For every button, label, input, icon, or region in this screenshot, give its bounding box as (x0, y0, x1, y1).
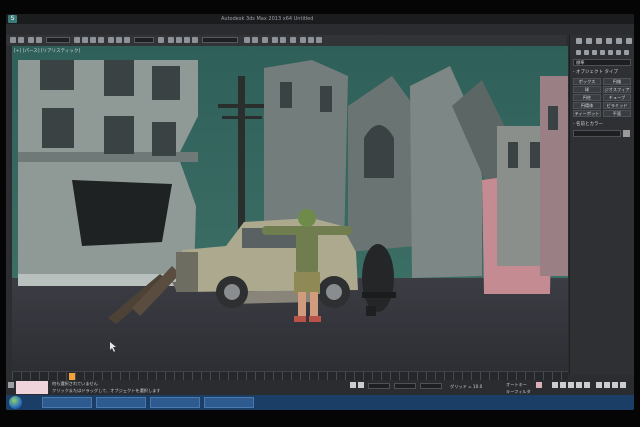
autokey-toggle[interactable] (536, 382, 542, 388)
next-frame-icon[interactable] (576, 382, 582, 388)
utilities-tab-icon[interactable] (626, 38, 632, 44)
shapes-icon[interactable] (584, 50, 589, 55)
select-object-icon[interactable] (74, 37, 80, 43)
time-slider-thumb[interactable] (69, 373, 75, 380)
display-tab-icon[interactable] (616, 38, 622, 44)
start-button-icon[interactable] (9, 396, 22, 409)
zoom-icon[interactable] (596, 382, 602, 388)
title-bar: S Autodesk 3ds Max 2013 x64 Untitled (6, 14, 634, 24)
tube-button[interactable]: チューブ (603, 94, 631, 101)
status-prompt: 何も選択されていません (52, 381, 98, 386)
windows-taskbar (6, 395, 634, 410)
grid-size-label: グリッド = 10.0 (450, 384, 483, 389)
status-hint: クリックまたはドラッグして、オブジェクトを選択します (52, 388, 161, 393)
menu-bar: 編集(E) ツール(T) グループ(G) ビュー(V) 作成(C) モディファイ… (6, 24, 634, 41)
selection-lock-icon[interactable] (350, 382, 356, 388)
mini-listener-icon[interactable] (8, 382, 14, 388)
reference-coordinate-dropdown[interactable] (134, 37, 154, 43)
box-button[interactable]: ボックス (573, 78, 601, 85)
app-logo-icon[interactable]: S (8, 15, 17, 23)
status-bar: 何も選択されていません クリックまたはドラッグして、オブジェクトを選択します グ… (6, 380, 634, 395)
orbit-icon[interactable] (612, 382, 618, 388)
redo-icon[interactable] (18, 37, 24, 43)
maximize-viewport-icon[interactable] (620, 382, 626, 388)
y-coordinate-field[interactable] (394, 383, 416, 389)
go-to-end-icon[interactable] (584, 382, 590, 388)
hierarchy-tab-icon[interactable] (596, 38, 602, 44)
percent-snap-icon[interactable] (184, 37, 190, 43)
link-icon[interactable] (28, 37, 34, 43)
named-selection-sets-field[interactable] (202, 37, 238, 43)
pivot-icon[interactable] (158, 37, 164, 43)
taskbar-item-4[interactable] (204, 397, 254, 408)
previous-frame-icon[interactable] (560, 382, 566, 388)
render-setup-icon[interactable] (300, 37, 306, 43)
perspective-viewport[interactable]: [+] [パース] [リアリスティック] (12, 46, 568, 371)
geosphere-button[interactable]: ジオスフィア (603, 86, 631, 93)
selection-filter-dropdown[interactable] (46, 37, 70, 43)
curve-editor-icon[interactable] (272, 37, 278, 43)
monitor-screen: S Autodesk 3ds Max 2013 x64 Untitled 編集(… (6, 14, 634, 410)
pan-icon[interactable] (604, 382, 610, 388)
render-production-icon[interactable] (316, 37, 322, 43)
modify-tab-icon[interactable] (586, 38, 592, 44)
cameras-icon[interactable] (600, 50, 605, 55)
rollout-name-and-color[interactable]: - 名前とカラー (573, 121, 633, 128)
absolute-mode-icon[interactable] (358, 382, 364, 388)
spinner-snap-icon[interactable] (192, 37, 198, 43)
rectangle-selection-icon[interactable] (90, 37, 96, 43)
rendered-frame-window-icon[interactable] (308, 37, 314, 43)
geometry-icon[interactable] (576, 50, 581, 55)
z-coordinate-field[interactable] (420, 383, 442, 389)
autokey-label: オートキー (506, 382, 527, 387)
scale-icon[interactable] (124, 37, 130, 43)
motion-tab-icon[interactable] (606, 38, 612, 44)
ruined-building-right (410, 66, 568, 294)
command-panel: 標準 - オブジェクト タイプ ボックス 円錐 球 ジオスフィア 円柱 チューブ… (569, 35, 634, 375)
window-crossing-icon[interactable] (98, 37, 104, 43)
taskbar-item-2[interactable] (96, 397, 146, 408)
main-toolbar (6, 35, 566, 46)
mirror-icon[interactable] (244, 37, 250, 43)
taskbar-item-3[interactable] (150, 397, 200, 408)
cone-button[interactable]: 円錐 (603, 78, 631, 85)
taskbar-item-1[interactable] (42, 397, 92, 408)
angle-snap-icon[interactable] (176, 37, 182, 43)
snap-toggle-icon[interactable] (168, 37, 174, 43)
object-category-dropdown[interactable]: 標準 (573, 59, 631, 66)
play-icon[interactable] (568, 382, 574, 388)
rotate-icon[interactable] (116, 37, 122, 43)
undo-icon[interactable] (10, 37, 16, 43)
helpers-icon[interactable] (608, 50, 613, 55)
space-warps-icon[interactable] (616, 50, 621, 55)
create-category-icons (572, 50, 633, 57)
window-title: Autodesk 3ds Max 2013 x64 Untitled (221, 16, 314, 22)
select-by-name-icon[interactable] (82, 37, 88, 43)
ruined-building-left (18, 60, 198, 286)
viewport-label[interactable]: [+] [パース] [リアリスティック] (14, 48, 80, 54)
material-editor-icon[interactable] (290, 37, 296, 43)
layer-manager-icon[interactable] (262, 37, 268, 43)
align-icon[interactable] (252, 37, 258, 43)
move-icon[interactable] (108, 37, 114, 43)
cylinder-button[interactable]: 円柱 (573, 94, 601, 101)
go-to-start-icon[interactable] (552, 382, 558, 388)
unlink-icon[interactable] (36, 37, 42, 43)
plane-button[interactable]: 平面 (603, 110, 631, 117)
viewport-scene (12, 46, 568, 371)
schematic-view-icon[interactable] (280, 37, 286, 43)
lights-icon[interactable] (592, 50, 597, 55)
teapot-button[interactable]: ティーポット (573, 110, 601, 117)
command-panel-tabs (572, 38, 633, 46)
rollout-object-type[interactable]: - オブジェクト タイプ (573, 69, 633, 76)
pyramid-button[interactable]: ピラミッド (603, 102, 631, 109)
sphere-button[interactable]: 球 (573, 86, 601, 93)
maxscript-listener[interactable] (16, 381, 48, 394)
create-tab-icon[interactable] (576, 38, 582, 44)
object-name-field[interactable] (573, 130, 621, 137)
x-coordinate-field[interactable] (368, 383, 390, 389)
systems-icon[interactable] (624, 50, 629, 55)
object-color-swatch[interactable] (623, 130, 630, 137)
torus-button[interactable]: 円環体 (573, 102, 601, 109)
